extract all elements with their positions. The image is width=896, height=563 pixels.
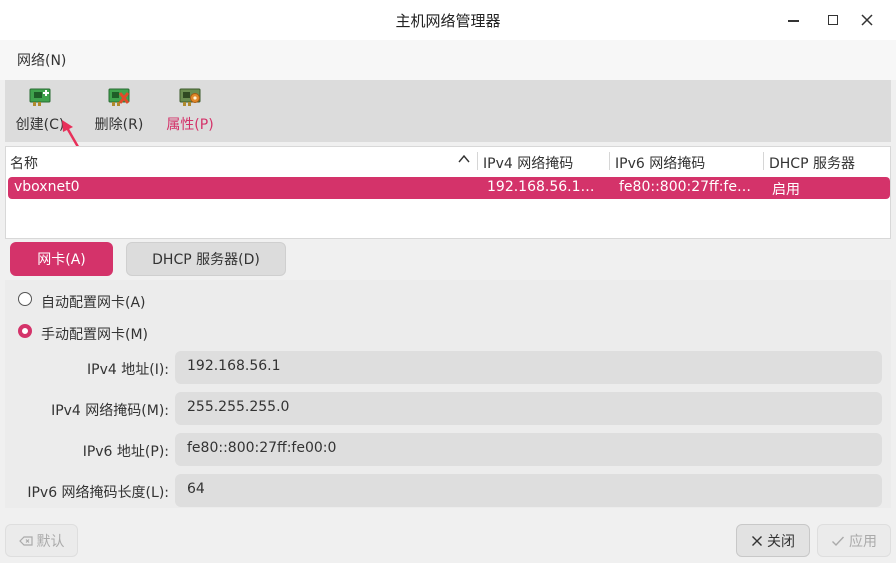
close-label: 关闭 — [767, 533, 795, 550]
sort-up-icon[interactable] — [458, 154, 470, 164]
properties-label: 属性(P) — [166, 117, 214, 133]
ipv6-address-label: IPv6 地址(P): — [82, 444, 169, 460]
menu-bar: 网络(N) — [0, 40, 896, 80]
reset-icon — [18, 535, 33, 546]
properties-button[interactable]: 属性(P) — [162, 82, 218, 140]
auto-config-label[interactable]: 自动配置网卡(A) — [41, 292, 146, 312]
ipv4-address-field[interactable]: 192.168.56.1 — [175, 351, 882, 384]
default-button[interactable]: 默认 — [5, 524, 78, 557]
close-icon — [861, 14, 873, 26]
maximize-button[interactable] — [818, 6, 848, 34]
ipv4-address-label: IPv4 地址(I): — [87, 362, 169, 378]
ipv6-address-field[interactable]: fe80::800:27ff:fe00:0 — [175, 433, 882, 466]
auto-config-radio[interactable] — [18, 292, 32, 306]
tab-dhcp-server[interactable]: DHCP 服务器(D) — [126, 242, 286, 276]
ipv4-mask-field[interactable]: 255.255.255.0 — [175, 392, 882, 425]
column-header-name[interactable]: 名称 — [10, 153, 38, 173]
ipv6-prefix-length-label: IPv6 网络掩码长度(L): — [27, 485, 169, 501]
manual-config-radio[interactable] — [18, 324, 32, 338]
maximize-icon — [828, 15, 838, 25]
list-header: 名称 IPv4 网络掩码 IPv6 网络掩码 DHCP 服务器 — [6, 147, 890, 175]
cell-dhcp: 启用 — [772, 182, 800, 198]
manual-config-label[interactable]: 手动配置网卡(M) — [41, 324, 148, 344]
menu-network[interactable]: 网络(N) — [17, 50, 66, 70]
minimize-icon — [787, 20, 799, 22]
close-x-icon — [752, 535, 762, 546]
close-button[interactable]: 关闭 — [736, 524, 810, 557]
apply-button[interactable]: 应用 — [817, 524, 891, 557]
cell-name: vboxnet0 — [14, 179, 80, 195]
title-bar: 主机网络管理器 — [0, 0, 896, 40]
minimize-button[interactable] — [778, 6, 808, 34]
default-label: 默认 — [36, 533, 65, 550]
cell-ipv6-mask: fe80::800:27ff:fe… — [619, 179, 751, 195]
column-separator — [763, 152, 764, 170]
column-header-ipv4[interactable]: IPv4 网络掩码 — [483, 153, 573, 173]
network-card-remove-icon — [107, 84, 131, 108]
apply-label: 应用 — [849, 533, 877, 550]
network-card-properties-icon — [178, 84, 202, 108]
column-separator — [477, 152, 478, 170]
column-header-dhcp[interactable]: DHCP 服务器 — [769, 153, 855, 173]
network-card-add-icon — [28, 84, 52, 108]
table-row[interactable]: vboxnet0 192.168.56.1… fe80::800:27ff:fe… — [8, 177, 890, 199]
tab-adapter[interactable]: 网卡(A) — [10, 242, 113, 276]
column-header-ipv6[interactable]: IPv6 网络掩码 — [615, 153, 705, 173]
ipv6-prefix-length-field[interactable]: 64 — [175, 474, 882, 507]
close-window-button[interactable] — [852, 6, 882, 34]
window-title: 主机网络管理器 — [395, 12, 501, 30]
ipv4-mask-label: IPv4 网络掩码(M): — [51, 403, 169, 419]
cell-ipv4-mask: 192.168.56.1… — [487, 179, 595, 195]
network-list[interactable]: 名称 IPv4 网络掩码 IPv6 网络掩码 DHCP 服务器 vboxnet0… — [5, 146, 891, 239]
delete-label: 删除(R) — [94, 117, 144, 133]
checkmark-icon — [832, 536, 845, 546]
toolbar: 创建(C) 删除(R) 属性(P) — [5, 80, 891, 142]
column-separator — [609, 152, 610, 170]
delete-button[interactable]: 删除(R) — [91, 82, 147, 140]
